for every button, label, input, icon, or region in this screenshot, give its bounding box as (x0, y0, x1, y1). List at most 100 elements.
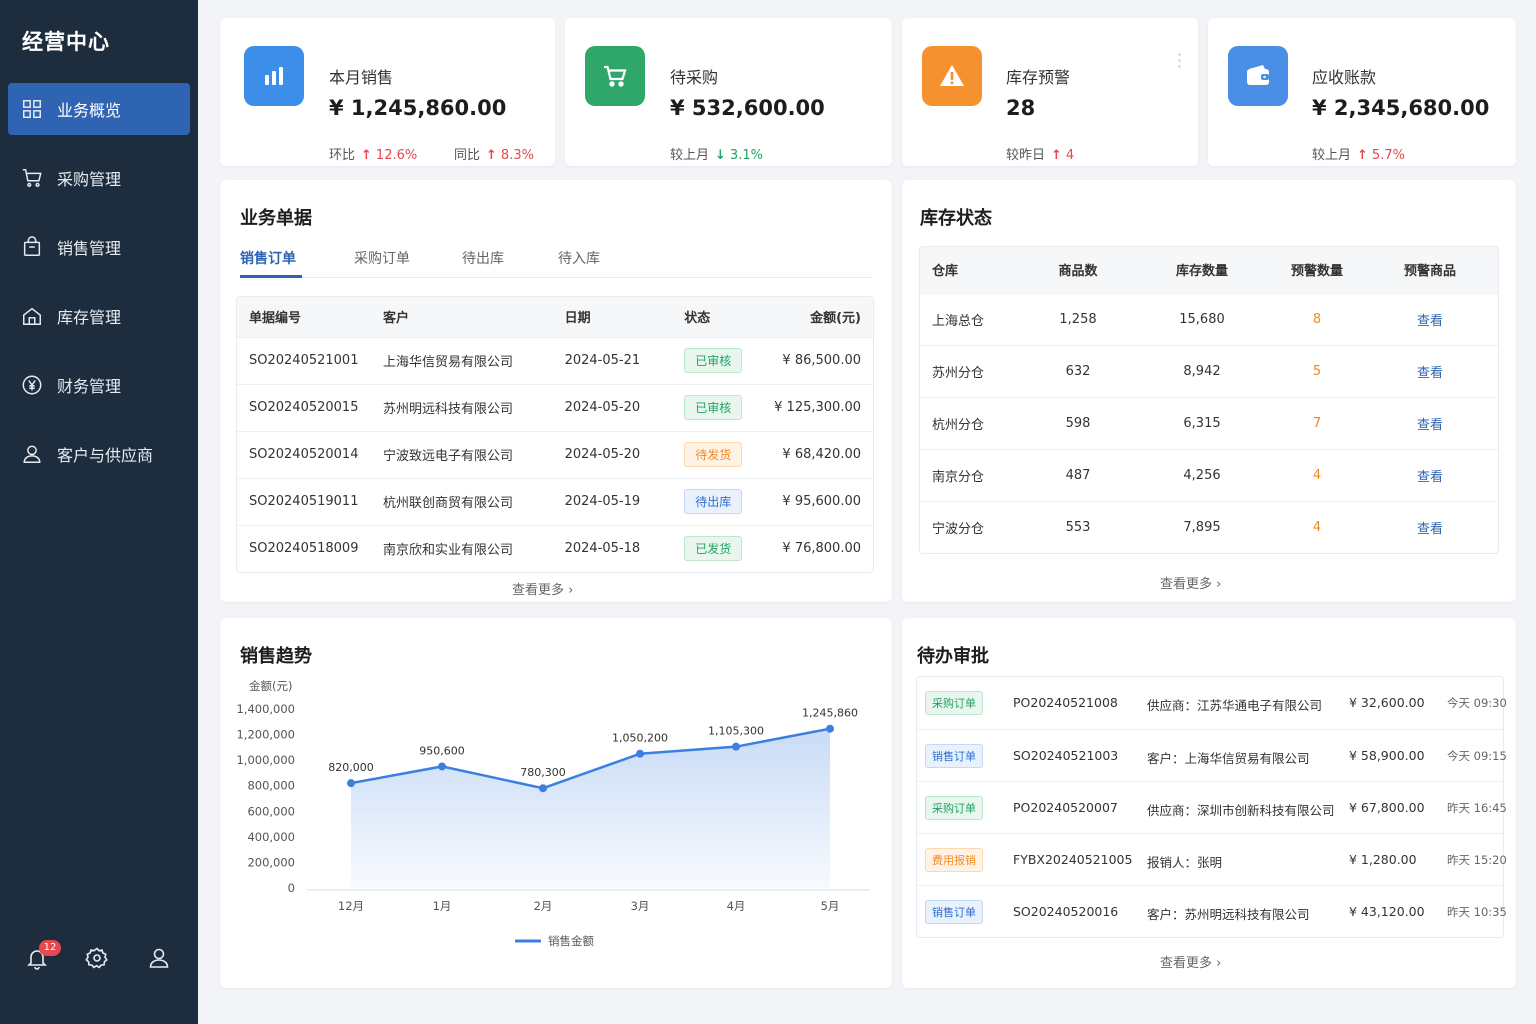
stock-quantity: 8,942 (1132, 344, 1272, 397)
data-label: 950,600 (419, 744, 465, 757)
warning-icon (922, 46, 982, 106)
kpi-title: 库存预警 (1006, 68, 1071, 87)
inventory-title: 库存状态 (920, 208, 992, 229)
product-count: 553 (1024, 500, 1132, 553)
view-more-link[interactable]: 查看更多 › (1160, 952, 1221, 971)
column-header: 单据编号 (237, 297, 371, 337)
tab-sales-orders[interactable]: 销售订单 (240, 248, 296, 268)
approval-amount: ¥ 1,280.00 (1349, 852, 1417, 867)
cart-icon (20, 166, 44, 190)
approval-item[interactable]: 采购订单 PO20240520007 供应商：深圳市创新科技有限公司 ¥ 67,800… (917, 781, 1507, 833)
warehouse-name: 苏州分仓 (920, 344, 1024, 397)
grid-icon (20, 97, 44, 121)
status-badge: 已审核 (684, 348, 743, 373)
view-link[interactable]: 查看 (1362, 292, 1498, 345)
column-header: 预警商品 (1362, 247, 1498, 293)
nav-item-purchase[interactable]: 采购管理 (8, 152, 190, 204)
approval-party: 客户：上海华信贸易有限公司 (1147, 751, 1310, 766)
view-more-label: 查看更多 (512, 583, 565, 598)
sidebar: 经营中心 业务概览 采购管理 销售管理 库存管理 财务管理 客户与供应商 12 (0, 0, 198, 1024)
view-link[interactable]: 查看 (1362, 500, 1498, 553)
inventory-table: 仓库 商品数 库存数量 预警数量 预警商品 上海总仓 1,258 15,680 8 查看… (919, 246, 1499, 554)
data-label: 1,245,860 (802, 707, 858, 720)
approval-time: 今天 09:15 (1447, 749, 1507, 763)
approval-time: 昨天 10:35 (1447, 905, 1507, 919)
x-tick-label: 5月 (821, 899, 840, 913)
kpi-change-value: 8.3% (500, 148, 534, 163)
arrow-down-icon: ↓ (715, 148, 726, 163)
kpi-title: 待采购 (670, 68, 719, 87)
view-link[interactable]: 查看 (1362, 344, 1498, 397)
tab-pending-inbound[interactable]: 待入库 (558, 248, 600, 268)
nav-item-inventory[interactable]: 库存管理 (8, 290, 190, 342)
view-link[interactable]: 查看 (1362, 396, 1498, 449)
data-label: 780,300 (520, 766, 566, 779)
nav-item-sales[interactable]: 销售管理 (8, 221, 190, 273)
y-tick-label: 400,000 (247, 830, 295, 844)
order-amount: ¥ 68,420.00 (762, 430, 873, 478)
product-count: 598 (1024, 396, 1132, 449)
approval-time: 昨天 15:20 (1447, 853, 1507, 867)
bar-chart-icon (244, 46, 304, 106)
arrow-up-icon: ↑ (1357, 148, 1368, 163)
kpi-change-value: 5.7% (1371, 148, 1405, 163)
table-row[interactable]: SO20240520014 宁波致远电子有限公司 2024-05-20 待发货 ¥ 68… (237, 430, 873, 478)
order-customer: 苏州明远科技有限公司 (370, 383, 553, 431)
approval-item[interactable]: 销售订单 SO20240520016 客户：苏州明远科技有限公司 ¥ 43,120.0… (917, 885, 1507, 937)
column-header: 金额(元) (762, 297, 873, 337)
orders-card: 业务单据 销售订单 采购订单 待出库 待入库 单据编号 客户 日期 状态 金额(… (220, 180, 892, 602)
tab-indicator (240, 275, 302, 278)
kpi-change-value: 4 (1065, 148, 1075, 163)
nav-item-partners[interactable]: 客户与供应商 (8, 428, 190, 480)
stock-quantity: 15,680 (1132, 292, 1272, 345)
kpi-value: 28 (1006, 96, 1036, 120)
view-more-label: 查看更多 (1160, 577, 1213, 592)
product-count: 487 (1024, 448, 1132, 501)
profile-button[interactable] (147, 946, 173, 972)
settings-button[interactable] (85, 946, 111, 972)
kpi-title: 应收账款 (1312, 68, 1377, 87)
user-icon (20, 442, 44, 466)
table-row[interactable]: SO20240519011 杭州联创商贸有限公司 2024-05-19 待出库 ¥ 95… (237, 477, 873, 525)
tab-pending-outbound[interactable]: 待出库 (462, 248, 504, 268)
kpi-change: 同比 ↑ 8.3% (454, 144, 534, 163)
order-date: 2024-05-20 (552, 383, 673, 431)
table-row[interactable]: SO20240521001 上海华信贸易有限公司 2024-05-21 已审核 ¥ 86… (237, 336, 873, 384)
order-date: 2024-05-19 (552, 477, 673, 525)
notification-badge: 12 (39, 940, 61, 956)
approval-item[interactable]: 采购订单 PO20240521008 供应商：江苏华通电子有限公司 ¥ 32,600.… (917, 677, 1507, 729)
nav-item-finance[interactable]: 财务管理 (8, 359, 190, 411)
tab-purchase-orders[interactable]: 采购订单 (354, 248, 410, 268)
table-row[interactable]: SO20240518009 南京欣和实业有限公司 2024-05-18 已发货 ¥ 76… (237, 524, 873, 572)
kpi-change: 较上月 ↑ 5.7% (1312, 144, 1405, 163)
status-badge: 已审核 (684, 395, 743, 420)
x-tick-label: 1月 (433, 899, 452, 913)
approval-time: 今天 09:30 (1447, 696, 1507, 710)
x-tick-label: 12月 (338, 899, 364, 913)
sidebar-footer: 12 (0, 940, 198, 980)
table-row[interactable]: SO20240520015 苏州明远科技有限公司 2024-05-20 已审核 ¥ 12… (237, 383, 873, 431)
product-count: 632 (1024, 344, 1132, 397)
gear-icon (85, 947, 108, 969)
data-point (732, 742, 740, 751)
approval-item[interactable]: 费用报销 FYBX20240521005 报销人：张明 ¥ 1,280.00 昨天 15… (917, 833, 1507, 885)
view-more-link[interactable]: 查看更多 › (512, 579, 573, 598)
order-id: SO20240520015 (237, 383, 371, 431)
nav-item-overview[interactable]: 业务概览 (8, 83, 190, 135)
x-tick-label: 2月 (534, 899, 553, 913)
approval-id: FYBX20240521005 (1013, 852, 1133, 867)
yen-icon (20, 373, 44, 397)
nav-item-label: 客户与供应商 (57, 446, 154, 465)
table-header: 单据编号 客户 日期 状态 金额(元) (237, 297, 873, 337)
view-link[interactable]: 查看 (1362, 448, 1498, 501)
nav-item-label: 采购管理 (57, 170, 122, 189)
approval-item[interactable]: 销售订单 SO20240521003 客户：上海华信贸易有限公司 ¥ 58,900.0… (917, 729, 1507, 781)
notification-button[interactable]: 12 (25, 940, 61, 972)
order-status-cell: 待发货 (672, 430, 763, 478)
kpi-value: ¥ 2,345,680.00 (1312, 96, 1490, 120)
more-vertical-icon[interactable]: · · · (1177, 47, 1182, 75)
approval-type-tag: 采购订单 (925, 691, 983, 715)
view-more-link[interactable]: 查看更多 › (1160, 573, 1221, 592)
order-amount: ¥ 125,300.00 (762, 383, 873, 431)
data-point (539, 784, 547, 793)
